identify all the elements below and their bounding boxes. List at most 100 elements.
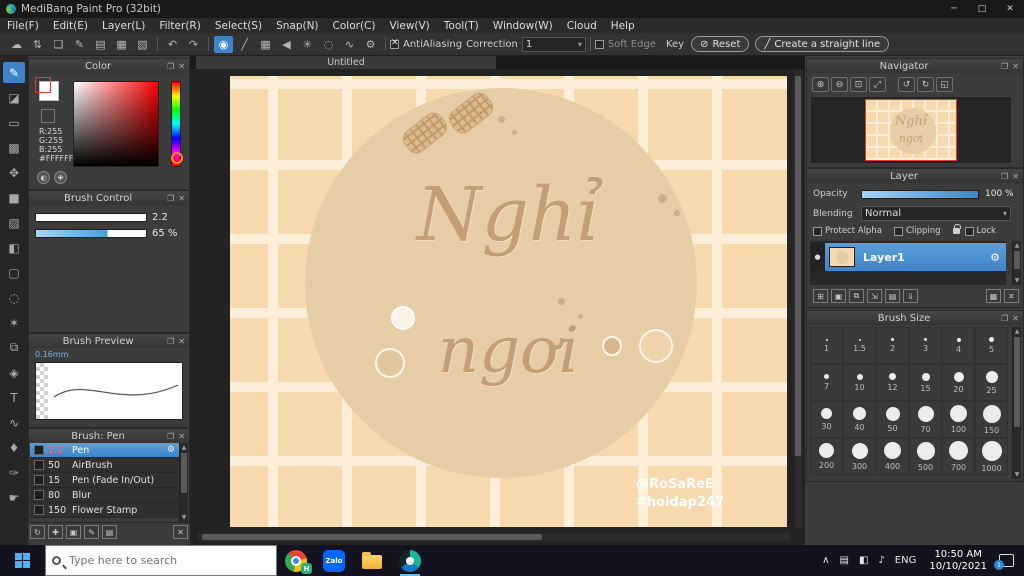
transfer-layer-icon[interactable]: ⇲ [867, 289, 882, 303]
taskbar-zalo[interactable]: Zalo [315, 545, 353, 576]
close-panel-icon[interactable]: ✕ [178, 62, 185, 71]
menu-edit[interactable]: Edit(E) [46, 20, 95, 32]
gradient-tool-icon[interactable]: ◧ [3, 237, 25, 258]
brush-tool-icon[interactable]: ✎ [3, 62, 25, 83]
circle-snap-icon[interactable]: ◌ [319, 36, 338, 53]
scroll-down-icon[interactable]: ▼ [1013, 276, 1021, 285]
brush-size-option[interactable]: 200 [810, 438, 843, 475]
canvas-vertical-scrollbar[interactable] [794, 70, 802, 528]
layer-row-layer1[interactable]: ● Layer1 ⚙ [810, 243, 1006, 271]
merge-layer-icon[interactable]: ⇓ [903, 289, 918, 303]
brush-item-pen[interactable]: 2.2 Pen ⚙ [30, 443, 179, 458]
saturation-value-picker[interactable] [73, 81, 159, 167]
zoom-out-icon[interactable]: ⊖ [831, 77, 848, 92]
blending-dropdown[interactable]: Normal ▾ [861, 206, 1011, 221]
scrollbar-thumb[interactable] [202, 534, 542, 540]
canvas[interactable]: Nghỉ ngơi @RoSaReE #hoidap247 [230, 76, 787, 527]
brush-size-option[interactable]: 3 [909, 327, 942, 364]
close-panel-icon[interactable]: ✕ [178, 194, 185, 203]
scroll-down-icon[interactable]: ▼ [180, 513, 188, 522]
close-button[interactable]: ✕ [996, 0, 1024, 18]
scrollbar-thumb[interactable] [1014, 337, 1020, 427]
scroll-up-icon[interactable]: ▲ [180, 443, 188, 452]
brush-size-option[interactable]: 150 [975, 401, 1008, 438]
menu-color[interactable]: Color(C) [326, 20, 383, 32]
menu-help[interactable]: Help [604, 20, 642, 32]
brush-size-scrollbar[interactable]: ▲ ▼ [1012, 327, 1021, 479]
cross-snap-icon[interactable]: ✳ [298, 36, 317, 53]
brush-size-slider[interactable] [35, 213, 147, 222]
brush-size-option[interactable]: 1.5 [843, 327, 876, 364]
lasso-tool-icon[interactable]: ◌ [3, 287, 25, 308]
redo-icon[interactable]: ↷ [184, 36, 203, 53]
menu-filter[interactable]: Filter(R) [152, 20, 208, 32]
delete-brush-icon[interactable]: ✕ [173, 525, 188, 539]
curve-tool-icon[interactable]: ∿ [3, 412, 25, 433]
tray-expand-icon[interactable]: ∧ [817, 555, 834, 566]
brush-sync-icon[interactable]: ✎ [70, 36, 89, 53]
zoom-fit-icon[interactable]: ⊡ [850, 77, 867, 92]
palette-add-icon[interactable]: ✚ [54, 171, 67, 184]
menu-view[interactable]: View(V) [382, 20, 436, 32]
move-tool-icon[interactable]: ✥ [3, 162, 25, 183]
pattern-tool-icon[interactable]: ▩ [3, 137, 25, 158]
brush-size-option[interactable]: 12 [876, 364, 909, 401]
rotate-left-icon[interactable]: ↺ [898, 77, 915, 92]
text-tool-icon[interactable]: T [3, 387, 25, 408]
clipping-checkbox[interactable]: Clipping [893, 226, 941, 236]
brush-size-option[interactable]: 50 [876, 401, 909, 438]
divide-tool-icon[interactable]: ⧉ [3, 337, 25, 358]
layer-visibility-icon[interactable]: ● [810, 243, 825, 271]
scrollbar-thumb[interactable] [1014, 251, 1020, 269]
layer-folder-icon[interactable]: ▤ [885, 289, 900, 303]
canvas-horizontal-scrollbar[interactable] [198, 533, 790, 541]
brush-size-option[interactable]: 10 [843, 364, 876, 401]
fill-tool-icon[interactable]: ■ [3, 187, 25, 208]
rotate-right-icon[interactable]: ↻ [917, 77, 934, 92]
new-folder-icon[interactable]: ▣ [831, 289, 846, 303]
delete-layer-icon[interactable]: ✕ [1004, 289, 1019, 303]
brush-folder-icon[interactable]: ▣ [66, 525, 81, 539]
line-tool-icon[interactable]: ╱ [235, 36, 254, 53]
scroll-down-icon[interactable]: ▼ [1013, 470, 1021, 479]
search-input[interactable] [67, 553, 247, 568]
brush-size-option[interactable]: 500 [909, 438, 942, 475]
brush-size-option[interactable]: 1000 [975, 438, 1008, 475]
taskbar-medibang[interactable] [391, 545, 429, 576]
maximize-button[interactable]: □ [968, 0, 996, 18]
snap-settings-icon[interactable]: ⚙ [361, 36, 380, 53]
chat-icon[interactable]: ❏ [49, 36, 68, 53]
brush-menu-icon[interactable]: ▤ [102, 525, 117, 539]
float-panel-icon[interactable]: ❐ [1001, 172, 1008, 181]
flip-horizontal-icon[interactable]: ◱ [936, 77, 953, 92]
float-panel-icon[interactable]: ❐ [1001, 62, 1008, 71]
eraser-tool-icon[interactable]: ◪ [3, 87, 25, 108]
brush-size-option[interactable]: 30 [810, 401, 843, 438]
close-panel-icon[interactable]: ✕ [1012, 172, 1019, 181]
start-button[interactable] [0, 545, 45, 576]
brush-size-option[interactable]: 4 [942, 327, 975, 364]
grid-snap-icon[interactable]: ▦ [256, 36, 275, 53]
new-layer-icon[interactable]: ⊞ [813, 289, 828, 303]
brush-size-option[interactable]: 7 [810, 364, 843, 401]
volume-icon[interactable]: ♪ [873, 555, 889, 566]
zoom-actual-icon[interactable]: ⤢ [869, 77, 886, 92]
new-brush-icon[interactable]: ✚ [48, 525, 63, 539]
correction-dropdown[interactable]: 1 ▾ [521, 36, 586, 52]
soft-edge-checkbox[interactable]: Soft Edge [594, 39, 656, 50]
float-panel-icon[interactable]: ❐ [1001, 314, 1008, 323]
action-center-icon[interactable]: 1 [994, 554, 1014, 570]
hand-tool-icon[interactable]: ☛ [3, 487, 25, 508]
gear-icon[interactable]: ⚙ [167, 445, 175, 455]
network-icon[interactable]: ◧ [854, 555, 873, 566]
scrollbar-thumb[interactable] [181, 453, 187, 493]
touch-keyboard-icon[interactable]: ▤ [835, 555, 854, 566]
brush-item-airbrush[interactable]: 50 AirBrush [30, 458, 179, 473]
background-color-swatch[interactable] [41, 109, 55, 123]
zoom-in-icon[interactable]: ⊕ [812, 77, 829, 92]
select-tool-icon[interactable]: ▢ [3, 262, 25, 283]
menu-layer[interactable]: Layer(L) [95, 20, 152, 32]
scroll-up-icon[interactable]: ▲ [1013, 327, 1021, 336]
brush-item-blur[interactable]: 80 Blur [30, 488, 179, 503]
brush-size-option[interactable]: 400 [876, 438, 909, 475]
